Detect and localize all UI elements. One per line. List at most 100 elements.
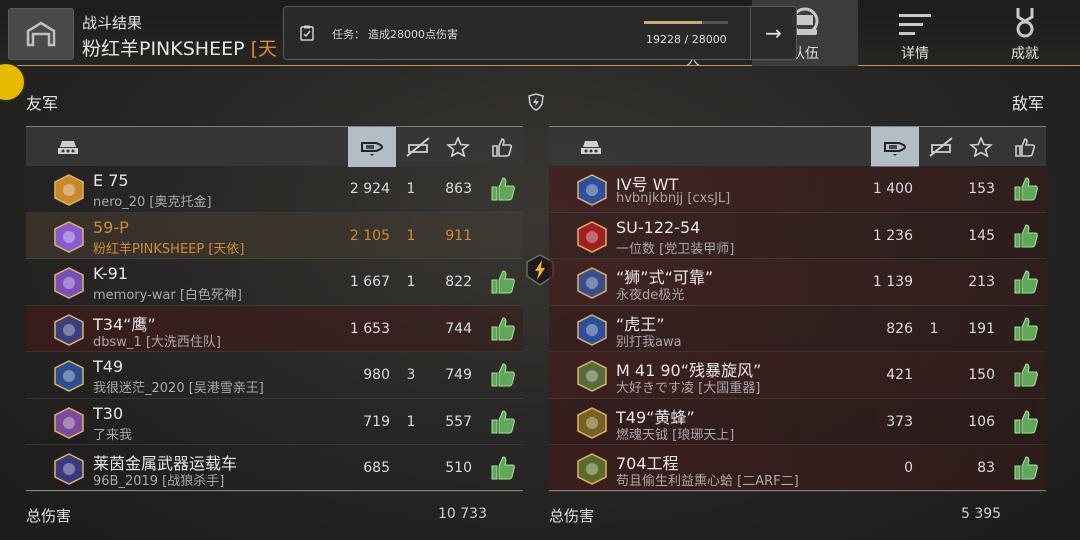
player-row[interactable]: M 41 90“残暴旋风” 大好きです凌 [大国重器] 421 150 [549,352,1046,399]
top-bar: 战斗结果 粉红羊PINKSHEEP [天 人 队伍 详情 成就 任务： 造成28… [0,0,1080,69]
task-panel[interactable]: 任务： 造成28000点伤害 19228 / 28000 → [283,6,797,60]
sort-by-kills-button[interactable] [398,127,438,167]
tank-badge-icon [54,220,84,253]
tank-name: E 75 [93,171,129,190]
enemies-total-value: 5 395 [961,506,1002,522]
allies-total: 总伤害 10 733 [26,490,523,540]
enemies-title: 敌军 [1012,94,1045,113]
player-row[interactable]: 704工程 苟且偷生利益熏心蛤 [二ARF二] 0 83 [549,445,1046,492]
tank-badge-icon [577,360,607,392]
tank-icon [581,141,601,154]
allies-table: E 75 nero_20 [奥克托金] 2 924 1 863 59-P 粉红羊PINKSH… [26,126,523,492]
like-thumbs-up-icon[interactable] [1013,269,1039,295]
player-row[interactable]: E 75 nero_20 [奥克托金] 2 924 1 863 [26,166,523,213]
player-row[interactable]: IV号 WT hvbnjkbnjj [cxsJL] 1 400 153 [549,166,1046,213]
enemies-rows: IV号 WT hvbnjkbnjj [cxsJL] 1 400 153 SU-122-5… [549,166,1046,492]
like-thumbs-up-icon[interactable] [1013,362,1039,388]
allies-rows: E 75 nero_20 [奥克托金] 2 924 1 863 59-P 粉红羊PINKSH… [26,166,523,492]
garage-button[interactable] [8,8,74,60]
score-value: 106 [968,413,995,430]
tab-details-label: 详情 [901,46,929,62]
player-row[interactable]: 莱茵金属武器运载车 96B_2019 [战狼杀手] 685 510 [26,445,523,492]
damage-value: 2 105 [349,227,390,244]
like-thumbs-up-icon[interactable] [490,316,516,342]
like-thumbs-up-icon[interactable] [1013,223,1039,249]
tank-name: K-91 [93,264,128,283]
damage-value: 719 [363,413,390,430]
star-icon [969,137,993,157]
like-thumbs-up-icon[interactable] [490,362,516,388]
sort-by-likes-button[interactable] [1007,127,1043,167]
tank-badge-icon [54,313,84,346]
sort-by-likes-button[interactable] [484,127,520,167]
like-thumbs-up-icon[interactable] [1013,409,1039,435]
tank-name: 59-P [93,217,129,237]
enemies-total-label: 总伤害 [549,507,595,525]
like-thumbs-up-icon[interactable] [1013,455,1039,481]
tank-badge-icon [577,313,607,346]
player-row[interactable]: T49“黄蜂” 燃魂天钺 [琅琊天上] 373 106 [549,398,1046,445]
medal-icon [1016,8,1034,38]
sort-by-tank-button[interactable] [54,127,82,167]
score-value: 153 [968,181,995,197]
sort-by-damage-button[interactable] [348,127,396,167]
lightning-shield-icon [528,93,544,111]
score-value: 150 [968,367,995,383]
damage-value: 373 [886,413,913,430]
damage-value: 1 139 [872,274,913,290]
like-thumbs-up-icon[interactable] [1013,316,1039,342]
score-value: 749 [445,367,472,383]
sort-by-score-button[interactable] [963,127,999,167]
player-row[interactable]: T49 我很迷茫_2020 [吴港雪亲王] 980 3 749 [26,352,523,399]
tab-achievements[interactable]: 成就 [972,0,1078,66]
allies-table-header [26,126,523,167]
task-label: 任务： [332,28,365,41]
task-progress-text: 19228 / 28000 [646,33,727,46]
player-name: 粉红羊PINKSHEEP [82,38,245,60]
player-name: 大好きです凌 [大国重器] [616,381,761,396]
score-value: 863 [445,181,472,197]
player-row[interactable]: K-91 memory-war [白色死神] 1 667 1 822 [26,259,523,306]
player-row[interactable]: 59-P 粉红羊PINKSHEEP [天依] 2 105 1 911 [26,212,523,259]
like-thumbs-up-icon[interactable] [1013,176,1039,202]
like-thumbs-up-icon[interactable] [490,269,516,295]
tank-badge-icon [577,453,607,485]
allies-title: 友军 [26,94,59,113]
player-name: 粉红羊PINKSHEEP [天依] [93,241,245,257]
sort-by-damage-button[interactable] [871,127,919,167]
player-row[interactable]: T34“鹰” dbsw_1 [大洗西住队] 1 653 744 [26,305,523,352]
tank-badge-icon [54,406,84,439]
kills-value: 1 [406,227,416,244]
player-row[interactable]: SU-122-54 一位数 [党卫装甲师] 1 236 145 [549,212,1046,259]
player-name: 永夜de极光 [616,288,685,303]
like-thumbs-up-icon[interactable] [490,455,516,481]
player-row[interactable]: T30 了来我 719 1 557 [26,399,523,445]
like-thumbs-up-icon[interactable] [490,409,516,435]
player-name: 燃魂天钺 [琅琊天上] [616,427,735,443]
task-arrow-button[interactable]: → [750,7,796,59]
sort-by-kills-button[interactable] [921,127,961,167]
player-row[interactable]: “虎王” 别打我awa 826 1 191 [549,305,1046,352]
damage-value: 0 [904,460,913,476]
tab-details[interactable]: 详情 [862,0,968,66]
damage-value: 1 653 [349,320,390,337]
tank-badge-icon [54,267,84,299]
enemies-table: IV号 WT hvbnjkbnjj [cxsJL] 1 400 153 SU-122-5… [549,126,1046,492]
thumbs-up-icon [492,138,513,157]
allies-total-value: 10 733 [438,506,487,522]
player-row[interactable]: “狮”式“可靠” 永夜de极光 1 139 213 [549,259,1046,306]
kills-value: 1 [406,413,416,430]
clan-logo-icon [0,62,26,102]
clipboard-icon [300,25,314,41]
player-name: memory-war [白色死神] [93,288,242,303]
score-value: 911 [445,227,472,244]
title-block: 战斗结果 粉红羊PINKSHEEP [天 [82,12,277,61]
like-thumbs-up-icon[interactable] [490,176,516,202]
damage-value: 826 [886,320,913,337]
sort-by-tank-button[interactable] [577,127,605,167]
sort-by-score-button[interactable] [440,127,476,167]
damage-value: 980 [363,367,390,383]
task-progress-fill [644,21,702,24]
player-name: 苟且偷生利益熏心蛤 [二ARF二] [616,474,799,489]
destroyed-tank-icon [406,137,430,157]
